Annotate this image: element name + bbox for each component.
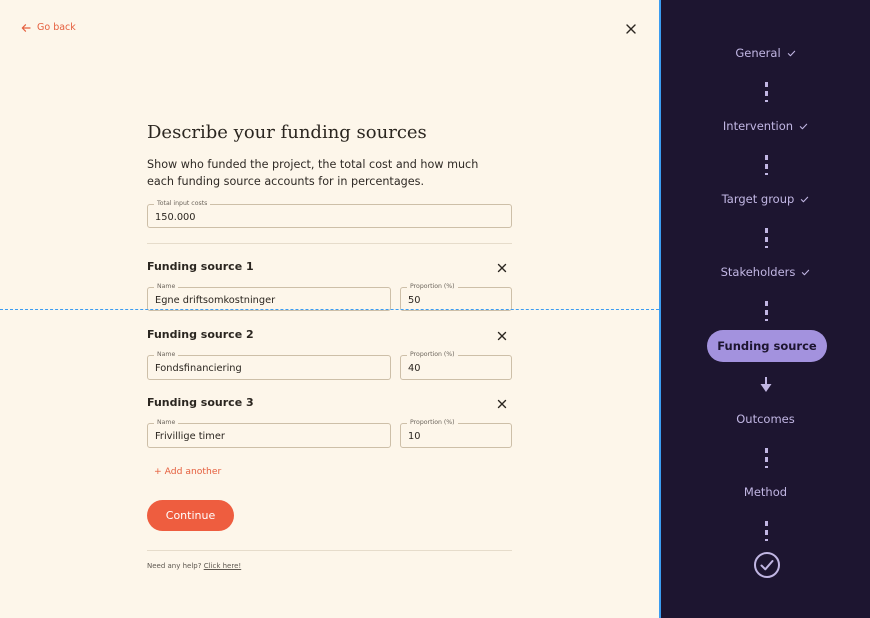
funding-source-1-proportion-field[interactable]: Proportion (%) 50	[400, 283, 512, 311]
step-label: Target group	[721, 192, 795, 206]
step-method[interactable]: Method	[661, 483, 870, 501]
funding-source-3-name-field[interactable]: Name Frivillige timer	[147, 419, 391, 448]
funding-source-1-title: Funding source 1	[147, 260, 254, 273]
steps-sidebar: General Intervention Target group Stakeh…	[661, 0, 870, 618]
funding-source-3-proportion-field[interactable]: Proportion (%) 10	[400, 419, 512, 448]
proportion-value: 40	[408, 363, 421, 374]
remove-source-1-icon[interactable]	[496, 262, 508, 274]
proportion-value: 10	[408, 431, 421, 442]
name-value: Frivillige timer	[155, 431, 225, 442]
step-outcomes[interactable]: Outcomes	[661, 410, 870, 428]
step-connector	[765, 301, 768, 321]
step-label: Outcomes	[736, 412, 795, 426]
remove-source-2-icon[interactable]	[496, 330, 508, 342]
check-circle-icon	[754, 552, 780, 578]
guide-line	[0, 309, 659, 310]
step-general[interactable]: General	[661, 44, 870, 62]
page-description: Show who funded the project, the total c…	[147, 158, 479, 188]
step-label: Stakeholders	[720, 265, 796, 279]
help-link[interactable]: Click here!	[204, 562, 242, 570]
step-funding-source-current[interactable]: Funding source	[707, 330, 827, 362]
check-icon	[802, 269, 810, 275]
help-text: Need any help? Click here!	[147, 562, 241, 570]
name-value: Egne driftsomkostninger	[155, 295, 276, 306]
step-label: Intervention	[722, 119, 794, 133]
divider	[147, 550, 512, 551]
total-input-costs-label: Total input costs	[154, 200, 211, 208]
funding-source-3-title: Funding source 3	[147, 396, 254, 409]
check-icon	[801, 196, 809, 202]
close-icon[interactable]	[624, 22, 638, 36]
go-back-link[interactable]: Go back	[21, 22, 76, 33]
funding-source-2-title: Funding source 2	[147, 328, 254, 341]
funding-source-1-name-field[interactable]: Name Egne driftsomkostninger	[147, 283, 391, 311]
funding-source-2-name-field[interactable]: Name Fondsfinanciering	[147, 351, 391, 380]
funding-source-2-proportion-field[interactable]: Proportion (%) 40	[400, 351, 512, 380]
add-another-link[interactable]: + Add another	[154, 466, 221, 477]
step-label: General	[735, 46, 781, 60]
name-value: Fondsfinanciering	[155, 363, 242, 374]
page-title: Describe your funding sources	[147, 122, 427, 143]
check-icon	[799, 123, 808, 129]
proportion-label: Proportion (%)	[407, 419, 458, 427]
arrow-down-icon	[760, 377, 772, 392]
step-connector	[765, 521, 768, 541]
proportion-label: Proportion (%)	[407, 351, 458, 359]
step-connector	[765, 155, 768, 175]
arrow-left-icon	[21, 23, 31, 32]
go-back-label: Go back	[37, 22, 76, 33]
total-input-costs-value: 150.000	[155, 212, 196, 223]
step-target-group[interactable]: Target group	[661, 190, 870, 208]
step-label: Method	[743, 485, 788, 499]
total-input-costs-field[interactable]: Total input costs 150.000	[147, 200, 512, 228]
step-stakeholders[interactable]: Stakeholders	[661, 263, 870, 281]
step-connector	[765, 82, 768, 102]
step-connector	[765, 228, 768, 248]
divider	[147, 243, 512, 244]
remove-source-3-icon[interactable]	[496, 398, 508, 410]
check-icon	[787, 50, 795, 56]
proportion-value: 50	[408, 295, 421, 306]
step-intervention[interactable]: Intervention	[661, 117, 870, 135]
name-label: Name	[154, 419, 179, 427]
help-prompt: Need any help?	[147, 562, 202, 570]
name-label: Name	[154, 351, 179, 359]
name-label: Name	[154, 283, 179, 291]
proportion-label: Proportion (%)	[407, 283, 458, 291]
continue-button[interactable]: Continue	[147, 500, 234, 531]
step-connector	[765, 448, 768, 468]
